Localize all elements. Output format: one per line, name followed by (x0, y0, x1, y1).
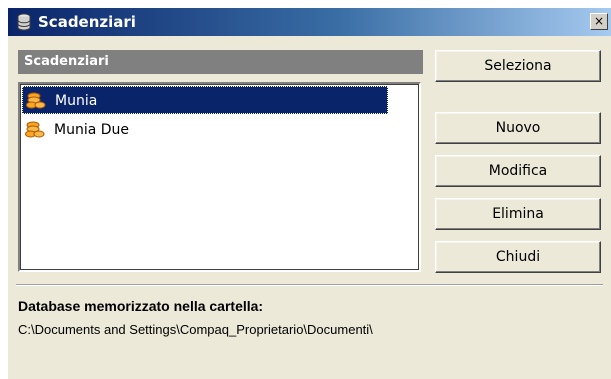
list-item-munia[interactable]: Munia (22, 86, 388, 114)
list-item-label: Munia Due (54, 122, 130, 138)
list-item-label: Munia (55, 93, 98, 109)
database-icon (17, 13, 31, 31)
elimina-button[interactable]: Elimina (435, 198, 601, 230)
modifica-button[interactable]: Modifica (435, 155, 601, 187)
nuovo-button[interactable]: Nuovo (435, 112, 601, 144)
dialog-window: Scadenziari × Scadenziari Munia Munia Du… (8, 8, 611, 379)
coins-icon (26, 92, 46, 109)
list-item-munia-due[interactable]: Munia Due (22, 116, 388, 144)
database-folder-label: Database memorizzato nella cartella: (18, 298, 264, 314)
close-button[interactable]: × (590, 13, 608, 30)
title-bar[interactable]: Scadenziari × (8, 8, 611, 36)
list-header: Scadenziari (18, 50, 423, 74)
database-folder-path: C:\Documents and Settings\Compaq_Proprie… (18, 322, 373, 337)
coins-icon (25, 121, 45, 138)
seleziona-button[interactable]: Seleziona (435, 50, 601, 82)
close-icon: × (593, 14, 605, 28)
chiudi-button[interactable]: Chiudi (435, 241, 601, 273)
scadenziari-listbox[interactable]: Munia Munia Due (18, 82, 421, 272)
separator (16, 284, 603, 286)
window-title: Scadenziari (38, 13, 136, 31)
